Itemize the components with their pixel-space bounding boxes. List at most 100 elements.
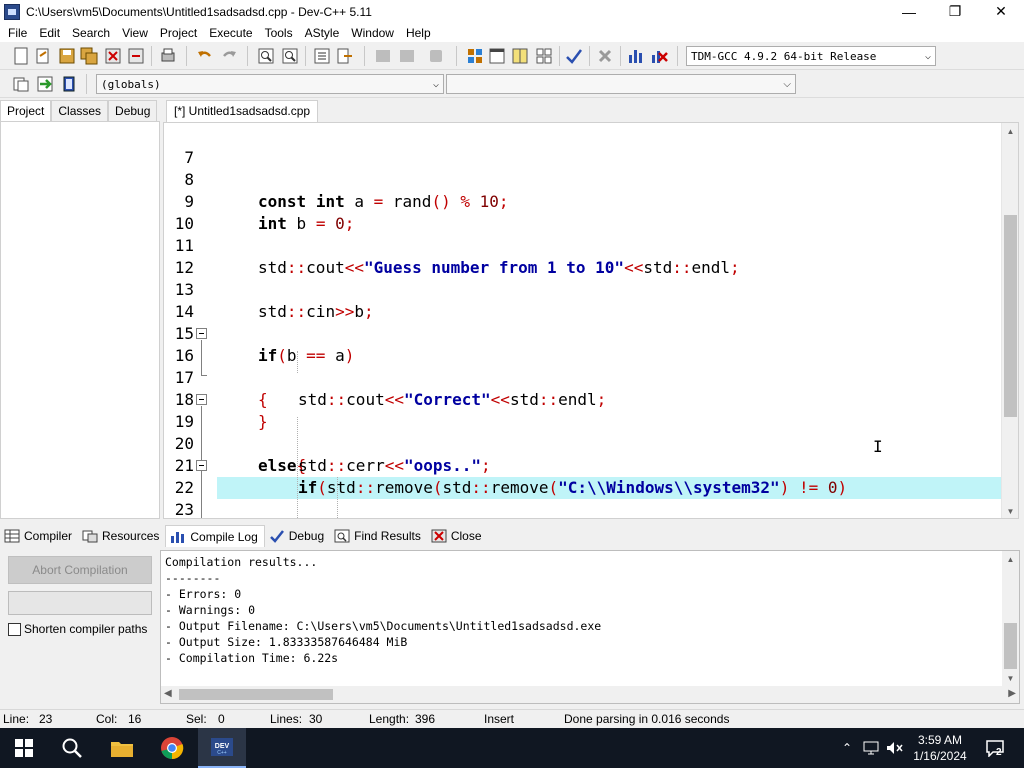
code-editor[interactable]: 7 8 const int a = rand() % 10; 9 int b =… — [163, 122, 1019, 519]
status-lines: 30 — [309, 712, 323, 726]
find-icon[interactable] — [257, 47, 275, 65]
toggle-panel-icon[interactable] — [60, 75, 78, 93]
abort-compilation-button[interactable]: Abort Compilation — [8, 556, 152, 584]
tab-debug-bottom[interactable]: Debug — [265, 525, 330, 547]
notifications-button[interactable]: 2 — [980, 728, 1010, 768]
redo-icon[interactable] — [220, 47, 238, 65]
menu-view[interactable]: View — [116, 26, 154, 40]
compiler-select[interactable]: TDM-GCC 4.9.2 64-bit Release ⌵ — [686, 46, 936, 66]
file-explorer-button[interactable] — [98, 728, 146, 768]
tile-windows-icon[interactable] — [535, 47, 553, 65]
close-button[interactable]: ✕ — [978, 0, 1024, 23]
main-toolbar: TDM-GCC 4.9.2 64-bit Release ⌵ — [0, 42, 1024, 70]
menu-project[interactable]: Project — [154, 26, 203, 40]
scrollbar-thumb[interactable] — [1004, 215, 1017, 417]
scroll-up-arrow-icon[interactable]: ▲ — [1002, 123, 1018, 140]
tab-resources[interactable]: Resources — [78, 525, 165, 547]
chrome-button[interactable] — [148, 728, 196, 768]
menu-execute[interactable]: Execute — [203, 26, 258, 40]
devcpp-app-icon — [4, 3, 20, 20]
replace-icon[interactable] — [281, 47, 299, 65]
menu-help[interactable]: Help — [400, 26, 437, 40]
show-hidden-icons[interactable]: ⌃ — [838, 728, 856, 768]
network-status[interactable] — [860, 728, 882, 768]
fold-toggle[interactable] — [196, 394, 207, 405]
scroll-right-arrow-icon[interactable]: ▶ — [1008, 688, 1016, 699]
menu-tools[interactable]: Tools — [259, 26, 299, 40]
chevron-down-icon: ⌵ — [783, 78, 791, 90]
print-icon[interactable] — [159, 47, 177, 65]
new-file-icon[interactable] — [12, 47, 30, 65]
tab-debug[interactable]: Debug — [108, 100, 158, 122]
compile-log[interactable]: Compilation results... -------- - Errors… — [160, 550, 1020, 704]
save-icon[interactable] — [58, 47, 76, 65]
clock-date: 1/16/2024 — [913, 749, 967, 763]
log-horizontal-scrollbar[interactable]: ◀ ▶ — [161, 686, 1019, 703]
status-sel: 0 — [218, 712, 225, 726]
scroll-left-arrow-icon[interactable]: ◀ — [164, 688, 172, 699]
fold-toggle[interactable] — [196, 328, 207, 339]
status-col-label: Col: — [96, 712, 118, 726]
text-cursor-icon: I — [873, 437, 883, 456]
tab-classes[interactable]: Classes — [51, 100, 109, 122]
log-line: -------- — [165, 571, 221, 585]
scroll-down-arrow-icon[interactable]: ▼ — [1002, 503, 1018, 518]
code-line-19: 19 else{ — [164, 389, 1004, 475]
log-line: - Warnings: 0 — [165, 603, 256, 617]
scope-select[interactable]: (globals) ⌵ — [96, 74, 444, 94]
menu-bar: File Edit Search View Project Execute To… — [0, 23, 1024, 42]
tab-compiler[interactable]: Compiler — [0, 525, 78, 547]
scrollbar-thumb[interactable] — [179, 689, 333, 700]
save-all-icon[interactable] — [80, 47, 98, 65]
code-line-24: 24 } — [164, 499, 1004, 518]
compile-controls: Abort Compilation Shorten compiler paths — [0, 550, 158, 705]
function-select[interactable]: ⌵ — [446, 74, 796, 94]
devcpp-taskbar-button[interactable]: DEV C++ — [198, 728, 246, 768]
minimize-button[interactable]: — — [886, 0, 932, 23]
title-bar: C:\Users\vm5\Documents\Untitled1sadsadsd… — [0, 0, 1024, 23]
scroll-up-arrow-icon[interactable]: ▲ — [1002, 551, 1019, 568]
menu-window[interactable]: Window — [345, 26, 400, 40]
status-message: Done parsing in 0.016 seconds — [564, 712, 730, 726]
window-icon[interactable] — [488, 47, 506, 65]
delete-profile-icon[interactable] — [650, 47, 668, 65]
start-button[interactable] — [0, 728, 48, 768]
goto-bookmark-icon[interactable] — [36, 75, 54, 93]
scroll-down-arrow-icon[interactable]: ▼ — [1002, 670, 1019, 687]
menu-astyle[interactable]: AStyle — [299, 26, 346, 40]
tab-find-results[interactable]: Find Results — [330, 525, 427, 547]
check-syntax-icon[interactable] — [565, 47, 583, 65]
shorten-paths-checkbox[interactable] — [8, 622, 21, 636]
status-lines-label: Lines: — [270, 712, 303, 726]
menu-file[interactable]: File — [2, 26, 33, 40]
insert-icon[interactable] — [12, 75, 30, 93]
menu-search[interactable]: Search — [66, 26, 116, 40]
layout-grid-icon[interactable] — [466, 47, 484, 65]
tab-compile-log[interactable]: Compile Log — [165, 525, 265, 547]
window-title: C:\Users\vm5\Documents\Untitled1sadsadsd… — [26, 4, 372, 19]
editor-vertical-scrollbar[interactable]: ▲ ▼ — [1001, 123, 1018, 518]
close-file-icon[interactable] — [104, 47, 122, 65]
notification-icon — [986, 740, 1004, 757]
shorten-paths-option[interactable]: Shorten compiler paths — [8, 622, 147, 636]
search-button[interactable] — [48, 728, 96, 768]
split-window-icon[interactable] — [511, 47, 529, 65]
fold-toggle[interactable] — [196, 460, 207, 471]
code-line-13: 13 std::cin>>b; — [164, 257, 1004, 321]
menu-edit[interactable]: Edit — [33, 26, 66, 40]
scrollbar-thumb[interactable] — [1004, 623, 1017, 669]
goto-line-icon[interactable] — [336, 47, 354, 65]
project-panel[interactable] — [0, 121, 160, 519]
profile-chart-icon[interactable] — [627, 47, 645, 65]
log-vertical-scrollbar[interactable]: ▲ ▼ — [1002, 551, 1019, 687]
tab-close[interactable]: Close — [427, 525, 488, 547]
code-line-9: 9 int b = 0; — [164, 169, 1004, 233]
system-clock[interactable]: 3:59 AM 1/16/2024 — [900, 732, 980, 764]
indent-icon[interactable] — [313, 47, 331, 65]
maximize-button[interactable]: ❐ — [932, 0, 978, 23]
tab-project[interactable]: Project — [0, 100, 52, 122]
tab-untitled1sadsadsd[interactable]: [*] Untitled1sadsadsd.cpp — [166, 100, 319, 122]
undo-icon[interactable] — [196, 47, 214, 65]
close-all-icon[interactable] — [127, 47, 145, 65]
open-file-icon[interactable] — [34, 47, 52, 65]
